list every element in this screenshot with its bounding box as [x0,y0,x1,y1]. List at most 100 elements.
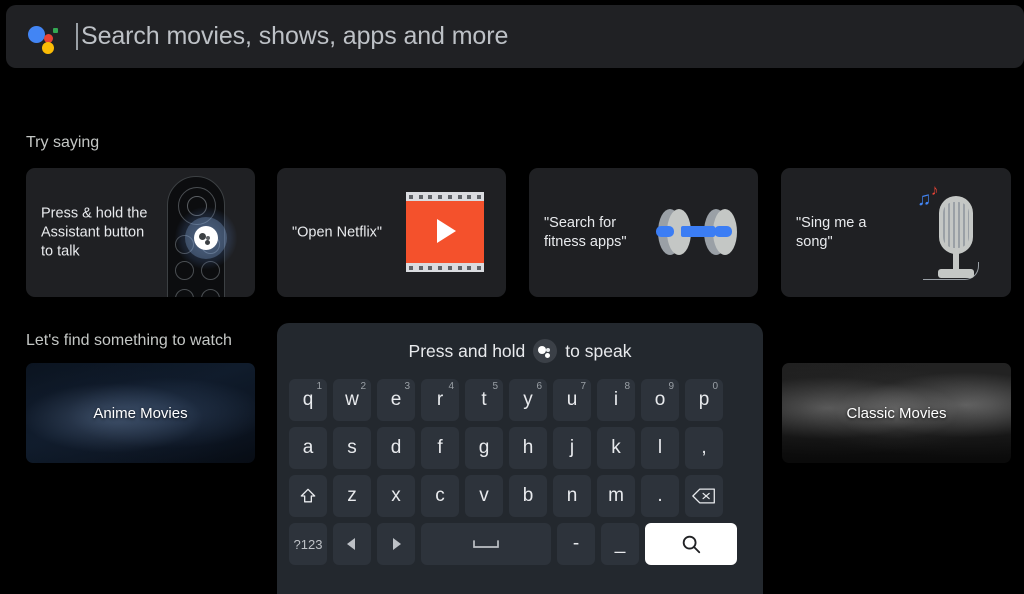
try-saying-title: Try saying [26,134,100,151]
key-f[interactable]: f [421,427,459,469]
key-label: b [522,485,534,506]
key-label: k [611,437,621,458]
key-symbols-toggle[interactable]: ?123 [289,523,327,565]
key-n[interactable]: n [553,475,591,517]
key-t[interactable]: 5t [465,379,503,421]
key-i[interactable]: 8i [597,379,635,421]
search-input[interactable]: Search movies, shows, apps and more [81,22,508,51]
key-u[interactable]: 7u [553,379,591,421]
key-alt-label: 1 [316,381,322,392]
keyboard-row-4: ?123 - _ [289,523,751,565]
dumbbell-illustration [640,168,758,297]
key-label: c [435,485,445,506]
on-screen-keyboard[interactable]: Press and hold to speak 1q 2w 3e 4r 5t 6… [277,323,763,594]
key-e[interactable]: 3e [377,379,415,421]
watch-card-label: Classic Movies [846,404,947,422]
key-x[interactable]: x [377,475,415,517]
suggestion-card-label: "Open Netflix" [292,224,383,240]
key-label: . [657,485,663,506]
key-label: h [522,437,534,458]
key-h[interactable]: h [509,427,547,469]
assistant-yellow-dot [42,41,54,54]
key-j[interactable]: j [553,427,591,469]
key-hyphen[interactable]: - [557,523,595,565]
key-alt-label: 0 [712,381,718,392]
key-q[interactable]: 1q [289,379,327,421]
key-label: f [437,437,443,458]
key-label: x [391,485,401,506]
key-label: l [657,437,663,458]
key-label: e [390,389,402,410]
watch-card-classic-movies[interactable]: Classic Movies [782,363,1011,463]
key-label: z [347,485,357,506]
key-label: ?123 [293,536,323,552]
key-underscore[interactable]: _ [601,523,639,565]
key-z[interactable]: z [333,475,371,517]
key-o[interactable]: 9o [641,379,679,421]
key-alt-label: 5 [492,381,498,392]
suggestion-card-label: "Search for fitness apps" [544,214,627,250]
arrow-right-icon [389,537,403,551]
key-b[interactable]: b [509,475,547,517]
key-arrow-right[interactable] [377,523,415,565]
key-label: i [613,389,619,410]
key-label: m [608,485,624,506]
key-arrow-left[interactable] [333,523,371,565]
key-label: w [345,389,359,410]
watch-card-anime-movies[interactable]: Anime Movies [26,363,255,463]
key-alt-label: 9 [668,381,674,392]
key-alt-label: 3 [404,381,410,392]
key-w[interactable]: 2w [333,379,371,421]
key-comma[interactable]: , [685,427,723,469]
key-label: y [523,389,533,410]
key-s[interactable]: s [333,427,371,469]
key-label: v [479,485,489,506]
key-k[interactable]: k [597,427,635,469]
key-label: a [302,437,314,458]
key-shift[interactable] [289,475,327,517]
film-strip-play-illustration [388,168,506,297]
key-search-submit[interactable] [645,523,737,565]
google-assistant-icon [28,20,62,54]
key-a[interactable]: a [289,427,327,469]
music-note-blue-icon: ♫ [917,189,932,210]
watch-card-label: Anime Movies [93,404,188,422]
suggestion-card-open-netflix[interactable]: "Open Netflix" [277,168,506,297]
key-g[interactable]: g [465,427,503,469]
suggestion-card-assistant-button[interactable]: Press & hold the Assistant button to tal… [26,168,255,297]
key-label: o [654,389,666,410]
key-v[interactable]: v [465,475,503,517]
suggestion-card-label: "Sing me a song" [796,214,867,250]
suggestion-card-fitness-apps[interactable]: "Search for fitness apps" [529,168,758,297]
tv-remote-assistant-button-illustration [137,168,255,297]
key-period[interactable]: . [641,475,679,517]
key-p[interactable]: 0p [685,379,723,421]
key-label: _ [614,533,626,554]
keyboard-hint-suffix: to speak [565,340,632,361]
assistant-blue-dot [28,25,45,43]
key-label: j [569,437,575,458]
assistant-mic-icon[interactable] [533,339,558,363]
key-alt-label: 6 [536,381,542,392]
key-l[interactable]: l [641,427,679,469]
backspace-icon [692,487,716,505]
keyboard-voice-hint: Press and hold to speak [277,323,763,379]
key-label: q [302,389,314,410]
play-icon [437,219,456,243]
key-y[interactable]: 6y [509,379,547,421]
suggestion-card-sing-me-a-song[interactable]: "Sing me a song" ♫ ♪ [781,168,1011,297]
key-label: n [566,485,578,506]
key-m[interactable]: m [597,475,635,517]
key-c[interactable]: c [421,475,459,517]
key-label: p [698,389,710,410]
key-d[interactable]: d [377,427,415,469]
search-bar[interactable]: Search movies, shows, apps and more [6,5,1024,68]
keyboard-row-2: a s d f g h j k l , [289,427,751,469]
key-label: t [481,389,487,410]
key-alt-label: 4 [448,381,454,392]
key-space[interactable] [421,523,551,565]
key-alt-label: 7 [580,381,586,392]
key-label: - [572,533,580,554]
key-backspace[interactable] [685,475,723,517]
key-r[interactable]: 4r [421,379,459,421]
